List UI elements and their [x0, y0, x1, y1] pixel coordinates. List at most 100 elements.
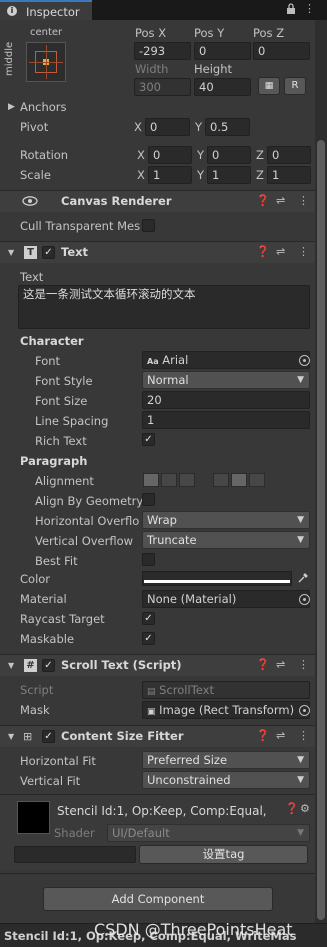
info-icon: i: [7, 6, 17, 16]
text-enabled-checkbox[interactable]: ✓: [42, 246, 55, 259]
object-picker-icon[interactable]: [299, 594, 310, 605]
help-icon[interactable]: ❓: [285, 802, 299, 815]
scroll-text-title: Scroll Text (Script): [61, 658, 182, 672]
align-left-button[interactable]: [143, 473, 159, 487]
add-component-button[interactable]: Add Component: [43, 887, 273, 911]
line-spacing-field[interactable]: 1: [142, 411, 310, 429]
text-component-header[interactable]: ▼ T ✓ Text ❓ ⇌ ⋮: [0, 241, 315, 263]
rot-y-field[interactable]: 0: [207, 146, 251, 164]
best-fit-checkbox[interactable]: [142, 553, 155, 566]
canvas-renderer-header[interactable]: Canvas Renderer ❓ ⇌ ⋮: [0, 190, 315, 212]
raycast-target-checkbox[interactable]: ✓: [142, 612, 155, 625]
horizontal-overflow-label: Horizontal Overflow: [35, 514, 140, 528]
material-preview-thumbnail[interactable]: [17, 801, 50, 834]
eyedropper-icon[interactable]: [297, 572, 309, 587]
section-divider: [0, 873, 315, 874]
rich-text-checkbox[interactable]: ✓: [142, 433, 155, 446]
content-size-fitter-enabled-checkbox[interactable]: ✓: [42, 730, 55, 743]
font-size-field[interactable]: 20: [142, 391, 310, 409]
cull-transparent-checkbox[interactable]: [142, 219, 155, 232]
script-icon: #: [24, 659, 37, 672]
lock-icon[interactable]: [286, 3, 296, 18]
set-tag-button[interactable]: 设置tag: [139, 845, 308, 864]
script-field: ▤ ScrollText: [142, 681, 310, 699]
pivot-y-field[interactable]: 0.5: [205, 118, 250, 136]
scale-x-field[interactable]: 1: [148, 166, 192, 184]
presets-icon[interactable]: ⇌: [276, 658, 285, 671]
dropdown-arrow-icon: ▼: [297, 515, 304, 525]
raw-edit-button[interactable]: R: [284, 77, 306, 95]
color-label: Color: [20, 572, 51, 586]
help-icon[interactable]: ❓: [256, 729, 270, 742]
scale-z-field[interactable]: 1: [267, 166, 311, 184]
align-right-button[interactable]: [179, 473, 195, 487]
shader-value: UI/Default: [112, 826, 170, 840]
settings-gear-icon[interactable]: ⚙: [300, 802, 310, 815]
align-bottom-button[interactable]: [249, 473, 265, 487]
rot-x-field[interactable]: 0: [148, 146, 192, 164]
pos-z-field[interactable]: 0: [253, 42, 310, 60]
object-picker-icon[interactable]: [299, 355, 310, 366]
scroll-text-enabled-checkbox[interactable]: ✓: [42, 659, 55, 672]
rot-z-field[interactable]: 0: [267, 146, 311, 164]
blueprint-icon: ▦: [264, 81, 274, 91]
presets-icon[interactable]: ⇌: [276, 729, 285, 742]
mask-field[interactable]: ▣ Image (Rect Transform): [142, 701, 310, 719]
scroll-text-header[interactable]: ▼ # ✓ Scroll Text (Script) ❓ ⇌ ⋮: [0, 654, 315, 676]
pos-y-field[interactable]: 0: [194, 42, 251, 60]
rotation-label: Rotation: [20, 148, 69, 162]
pos-x-field[interactable]: -293: [134, 42, 191, 60]
anchor-preset-button[interactable]: [26, 42, 66, 82]
maskable-checkbox[interactable]: ✓: [142, 632, 155, 645]
shader-dropdown[interactable]: UI/Default ▼: [107, 824, 310, 842]
blueprint-mode-button[interactable]: ▦: [258, 77, 280, 95]
vertical-fit-dropdown[interactable]: Unconstrained ▼: [142, 771, 310, 789]
content-size-fitter-header[interactable]: ▼ ⊞ ✓ Content Size Fitter ❓ ⇌ ⋮: [0, 725, 315, 747]
line-spacing-label: Line Spacing: [35, 414, 109, 428]
vertical-overflow-label: Vertical Overflow: [35, 534, 134, 548]
pivot-label: Pivot: [20, 120, 49, 134]
horizontal-fit-value: Preferred Size: [147, 753, 228, 767]
width-field[interactable]: 300: [134, 78, 191, 96]
align-middle-button[interactable]: [231, 473, 247, 487]
foldout-arrow-icon[interactable]: ▼: [8, 661, 14, 670]
horizontal-fit-dropdown[interactable]: Preferred Size ▼: [142, 751, 310, 769]
rot-y-axis: Y: [197, 148, 205, 162]
font-field[interactable]: Aa Arial: [142, 351, 310, 369]
foldout-arrow-icon[interactable]: ▼: [8, 732, 14, 741]
more-menu-icon[interactable]: ⋮: [304, 2, 315, 15]
scale-y-field[interactable]: 1: [207, 166, 251, 184]
font-style-dropdown[interactable]: Normal ▼: [142, 371, 310, 389]
component-menu-icon[interactable]: ⋮: [298, 658, 309, 671]
material-field[interactable]: None (Material): [142, 590, 310, 608]
align-center-button[interactable]: [161, 473, 177, 487]
shader-label: Shader: [54, 826, 95, 840]
height-field[interactable]: 40: [194, 78, 251, 96]
help-icon[interactable]: ❓: [256, 245, 270, 258]
align-top-button[interactable]: [213, 473, 229, 487]
color-field[interactable]: [142, 571, 292, 586]
help-icon[interactable]: ❓: [256, 658, 270, 671]
text-content-area[interactable]: 这是一条测试文本循环滚动的文本: [18, 285, 310, 329]
rich-text-label: Rich Text: [35, 434, 87, 448]
component-menu-icon[interactable]: ⋮: [298, 194, 309, 207]
horizontal-overflow-dropdown[interactable]: Wrap ▼: [142, 511, 310, 529]
tab-inspector[interactable]: i Inspector: [0, 0, 92, 20]
scrollbar-thumb[interactable]: [317, 140, 325, 920]
vertical-overflow-dropdown[interactable]: Truncate ▼: [142, 531, 310, 549]
width-label: Width: [135, 62, 169, 76]
pivot-x-field[interactable]: 0: [145, 118, 190, 136]
object-picker-icon[interactable]: [299, 705, 310, 716]
anchors-foldout-icon[interactable]: ▶: [8, 99, 15, 115]
help-icon[interactable]: ❓: [256, 194, 270, 207]
foldout-arrow-icon[interactable]: ▼: [8, 248, 14, 257]
presets-icon[interactable]: ⇌: [276, 245, 285, 258]
align-by-geometry-checkbox[interactable]: [142, 493, 155, 506]
tag-input[interactable]: [14, 846, 136, 863]
presets-icon[interactable]: ⇌: [276, 194, 285, 207]
raycast-target-label: Raycast Target: [20, 612, 105, 626]
align-by-geometry-label: Align By Geometry: [35, 494, 144, 508]
anchors-label[interactable]: Anchors: [20, 99, 67, 115]
component-menu-icon[interactable]: ⋮: [298, 245, 309, 258]
component-menu-icon[interactable]: ⋮: [298, 729, 309, 742]
